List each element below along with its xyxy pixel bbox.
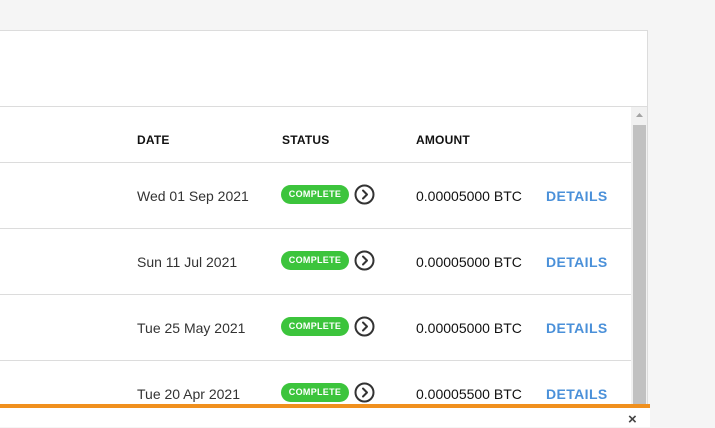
close-icon[interactable]: × xyxy=(628,412,637,427)
row-amount: 0.00005000 BTC xyxy=(416,254,522,270)
column-header-date: DATE xyxy=(137,133,170,147)
panel-header xyxy=(0,31,647,107)
transactions-panel: DATE STATUS AMOUNT Wed 01 Sep 2021 COMPL… xyxy=(0,30,648,427)
vertical-scrollbar[interactable] xyxy=(631,107,648,427)
bottom-notice-bar xyxy=(0,408,650,427)
status-badge: COMPLETE xyxy=(281,251,349,270)
details-link[interactable]: DETAILS xyxy=(546,386,608,402)
row-date: Tue 25 May 2021 xyxy=(137,320,246,336)
scrollbar-thumb[interactable] xyxy=(633,125,646,427)
table-row: Tue 25 May 2021 COMPLETE 0.00005000 BTC … xyxy=(0,295,631,361)
row-date: Wed 01 Sep 2021 xyxy=(137,188,249,204)
scroll-up-arrow-icon[interactable] xyxy=(631,107,648,124)
status-badge: COMPLETE xyxy=(281,185,349,204)
row-amount: 0.00005000 BTC xyxy=(416,188,522,204)
chevron-right-circle-icon[interactable] xyxy=(354,250,375,271)
row-date: Tue 20 Apr 2021 xyxy=(137,386,241,402)
details-link[interactable]: DETAILS xyxy=(546,254,608,270)
details-link[interactable]: DETAILS xyxy=(546,188,608,204)
table-header: DATE STATUS AMOUNT xyxy=(0,107,631,163)
chevron-right-circle-icon[interactable] xyxy=(354,382,375,403)
status-badge: COMPLETE xyxy=(281,317,349,336)
row-amount: 0.00005500 BTC xyxy=(416,386,522,402)
row-date: Sun 11 Jul 2021 xyxy=(137,254,238,270)
table-row: Wed 01 Sep 2021 COMPLETE 0.00005000 BTC … xyxy=(0,163,631,229)
table-row: Sun 11 Jul 2021 COMPLETE 0.00005000 BTC … xyxy=(0,229,631,295)
row-amount: 0.00005000 BTC xyxy=(416,320,522,336)
chevron-right-circle-icon[interactable] xyxy=(354,316,375,337)
transactions-table: DATE STATUS AMOUNT Wed 01 Sep 2021 COMPL… xyxy=(0,107,631,427)
chevron-right-circle-icon[interactable] xyxy=(354,184,375,205)
details-link[interactable]: DETAILS xyxy=(546,320,608,336)
column-header-amount: AMOUNT xyxy=(416,133,470,147)
status-badge: COMPLETE xyxy=(281,383,349,402)
column-header-status: STATUS xyxy=(282,133,330,147)
